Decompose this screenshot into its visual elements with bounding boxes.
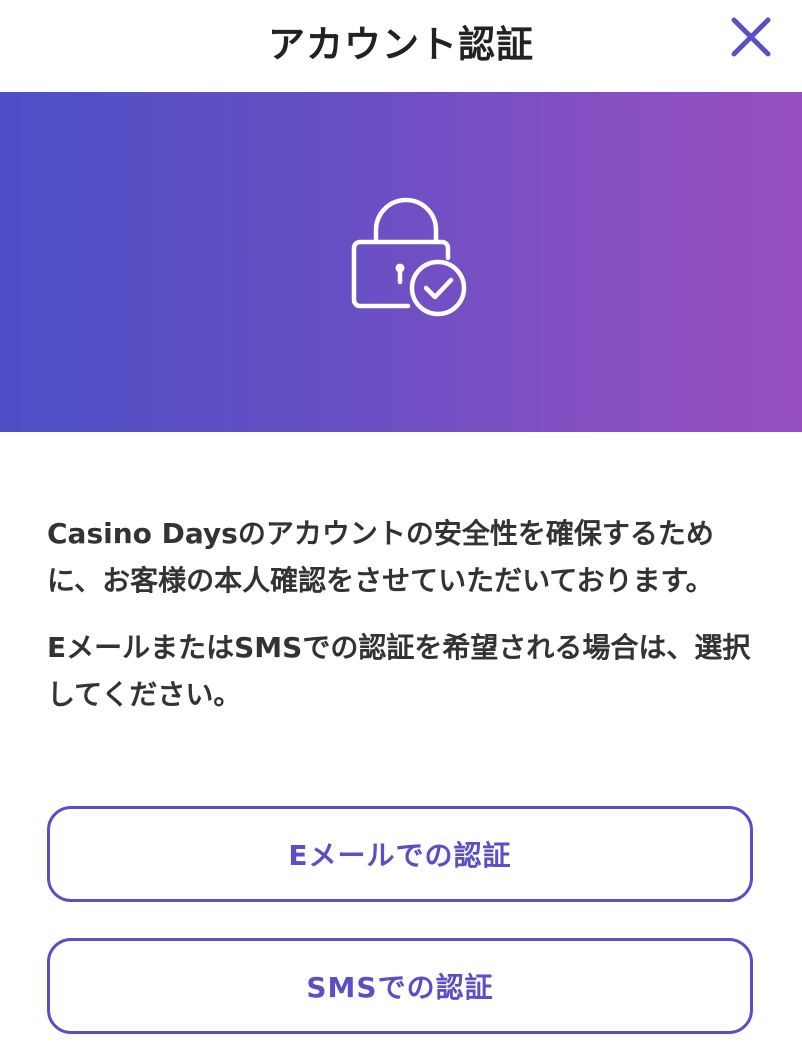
sms-verification-label: SMSでの認証	[306, 971, 494, 1004]
close-button[interactable]	[724, 10, 778, 64]
sms-verification-button[interactable]: SMSでの認証	[47, 938, 753, 1034]
verification-modal: アカウント認証 Casino Daysのアカウントの安全性を確保するために、お客…	[0, 0, 802, 1048]
description-paragraph-1: Casino Daysのアカウントの安全性を確保するために、お客様の本人確認をさ…	[47, 517, 714, 597]
email-verification-label: Eメールでの認証	[288, 839, 512, 872]
description-paragraph-2: EメールまたはSMSでの認証を希望される場合は、選択してください。	[47, 631, 751, 711]
hero-banner	[0, 92, 802, 432]
close-icon[interactable]	[724, 10, 778, 64]
lock-check-icon	[351, 197, 467, 317]
email-verification-button[interactable]: Eメールでの認証	[47, 806, 753, 902]
modal-header: アカウント認証	[0, 0, 802, 90]
page-title: アカウント認証	[268, 23, 534, 66]
description: Casino Daysのアカウントの安全性を確保するために、お客様の本人確認をさ…	[47, 510, 755, 718]
